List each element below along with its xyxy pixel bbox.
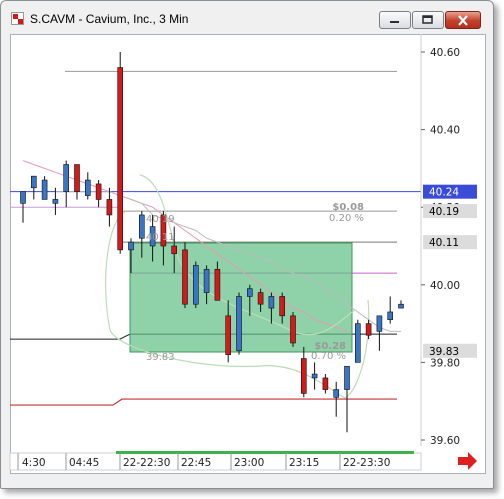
candle bbox=[376, 315, 383, 351]
candle-body bbox=[30, 175, 37, 189]
candle bbox=[182, 242, 188, 309]
candle-body bbox=[268, 296, 275, 309]
candle-body bbox=[128, 241, 134, 251]
level-label: 40.19 bbox=[146, 214, 175, 225]
x-tick-label: 23:15 bbox=[289, 457, 319, 469]
candle-body bbox=[63, 164, 70, 192]
candle-body bbox=[322, 377, 329, 390]
price-tag-label: 40.19 bbox=[429, 206, 459, 218]
price-tag-label: 39.83 bbox=[429, 346, 459, 358]
candle bbox=[311, 362, 318, 390]
candle-body bbox=[354, 323, 361, 363]
x-tick-label: 04:45 bbox=[69, 457, 99, 469]
price-chart[interactable]: $0.080.20 %$0.280.70 %40.1940.1139.83 40… bbox=[0, 0, 504, 499]
percent-label: 0.20 % bbox=[329, 213, 364, 224]
candle-body bbox=[139, 214, 145, 239]
candle bbox=[354, 319, 361, 363]
level-line bbox=[10, 398, 397, 406]
candle-body bbox=[257, 292, 264, 305]
candle bbox=[236, 292, 242, 355]
candle-body bbox=[365, 323, 372, 336]
candle-body bbox=[193, 265, 199, 305]
candle-body bbox=[300, 358, 307, 394]
candle bbox=[193, 261, 199, 309]
candle-body bbox=[279, 296, 286, 317]
level-label: 40.11 bbox=[146, 232, 175, 243]
level-label: 39.83 bbox=[146, 352, 175, 363]
y-tick-label: 39.80 bbox=[430, 357, 460, 369]
candle-body bbox=[214, 268, 221, 301]
x-tick-label: 22-22:30 bbox=[123, 457, 170, 469]
candle-body bbox=[74, 164, 80, 192]
y-tick-label: 40.00 bbox=[430, 280, 460, 292]
candle-body bbox=[52, 199, 59, 204]
session-bar bbox=[116, 451, 414, 454]
candle bbox=[365, 319, 372, 340]
candle-body bbox=[182, 249, 188, 305]
candle-body bbox=[290, 315, 296, 344]
candle-body bbox=[117, 67, 123, 251]
delta-label: $0.08 bbox=[332, 202, 364, 213]
candle-body bbox=[344, 365, 350, 390]
candle bbox=[74, 164, 80, 200]
candle-body bbox=[95, 183, 102, 200]
candle bbox=[290, 311, 296, 347]
percent-label: 0.70 % bbox=[311, 351, 346, 362]
x-tick-label: 22-23:30 bbox=[343, 457, 390, 469]
price-tag-label: 40.11 bbox=[429, 237, 459, 249]
x-tick-label: 23:00 bbox=[234, 457, 264, 469]
y-tick-label: 40.60 bbox=[430, 47, 460, 59]
candle-body bbox=[20, 191, 26, 204]
candle-body bbox=[85, 179, 91, 196]
arrow-right-icon[interactable] bbox=[458, 452, 477, 470]
candle-body bbox=[41, 179, 48, 200]
candle-body bbox=[247, 288, 253, 297]
candle bbox=[106, 187, 113, 227]
candle bbox=[63, 160, 70, 208]
candle bbox=[387, 296, 394, 324]
candle-body bbox=[333, 389, 340, 398]
candle-body bbox=[171, 245, 177, 255]
price-tag-label: 40.24 bbox=[429, 187, 459, 199]
candle-body bbox=[203, 268, 210, 293]
x-tick-label: 4:30 bbox=[22, 457, 46, 469]
candle-body bbox=[376, 315, 383, 332]
y-tick-label: 40.40 bbox=[430, 125, 460, 137]
candle-body bbox=[236, 296, 242, 352]
candle bbox=[322, 374, 329, 394]
candle bbox=[117, 52, 123, 254]
x-tick-label: 22:45 bbox=[181, 457, 211, 469]
candle bbox=[398, 300, 404, 309]
candle bbox=[85, 172, 91, 200]
candle bbox=[41, 176, 48, 200]
candle-body bbox=[398, 303, 404, 309]
candle-body bbox=[387, 311, 394, 321]
y-tick-label: 39.60 bbox=[430, 435, 460, 447]
candle-body bbox=[106, 199, 113, 216]
candle bbox=[95, 180, 102, 208]
candle-body bbox=[225, 315, 231, 355]
candle-body bbox=[311, 373, 318, 379]
candle bbox=[300, 346, 307, 398]
candle bbox=[30, 175, 37, 200]
